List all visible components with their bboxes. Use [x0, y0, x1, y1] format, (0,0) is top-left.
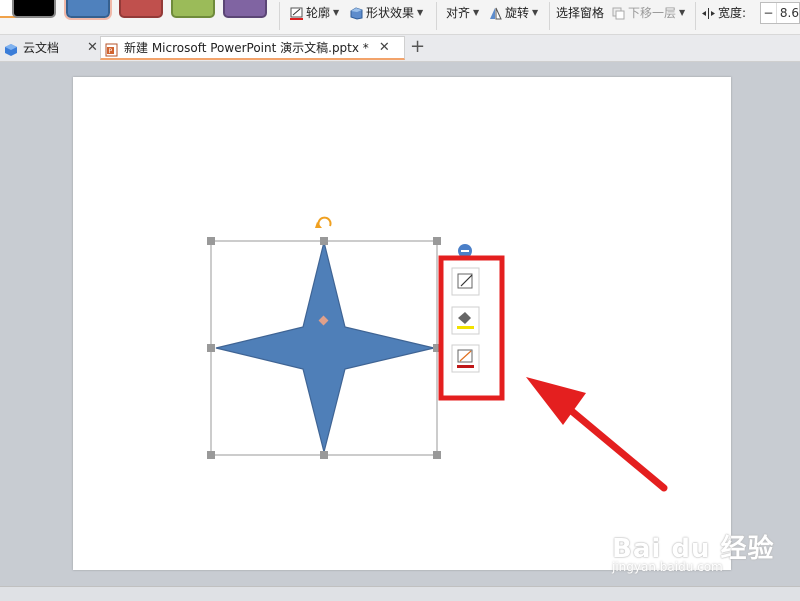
four-point-star-shape[interactable]	[215, 241, 435, 453]
resize-handle-left[interactable]	[207, 344, 215, 352]
watermark-url: jingyan.baidu.com	[612, 560, 723, 574]
resize-handle-bottom-left[interactable]	[207, 451, 215, 459]
edit-shape-icon	[457, 273, 473, 289]
resize-handle-top-left[interactable]	[207, 237, 215, 245]
drawing-layer	[207, 216, 668, 492]
outline-quick-button[interactable]	[451, 344, 480, 373]
rotate-handle-icon[interactable]	[315, 216, 332, 228]
resize-handle-bottom[interactable]	[320, 451, 328, 459]
status-bar	[0, 586, 800, 601]
resize-handle-top-right[interactable]	[433, 237, 441, 245]
edit-shape-button[interactable]	[451, 267, 480, 296]
resize-handle-bottom-right[interactable]	[433, 451, 441, 459]
fill-button[interactable]	[451, 306, 480, 335]
resize-handle-top[interactable]	[320, 237, 328, 245]
